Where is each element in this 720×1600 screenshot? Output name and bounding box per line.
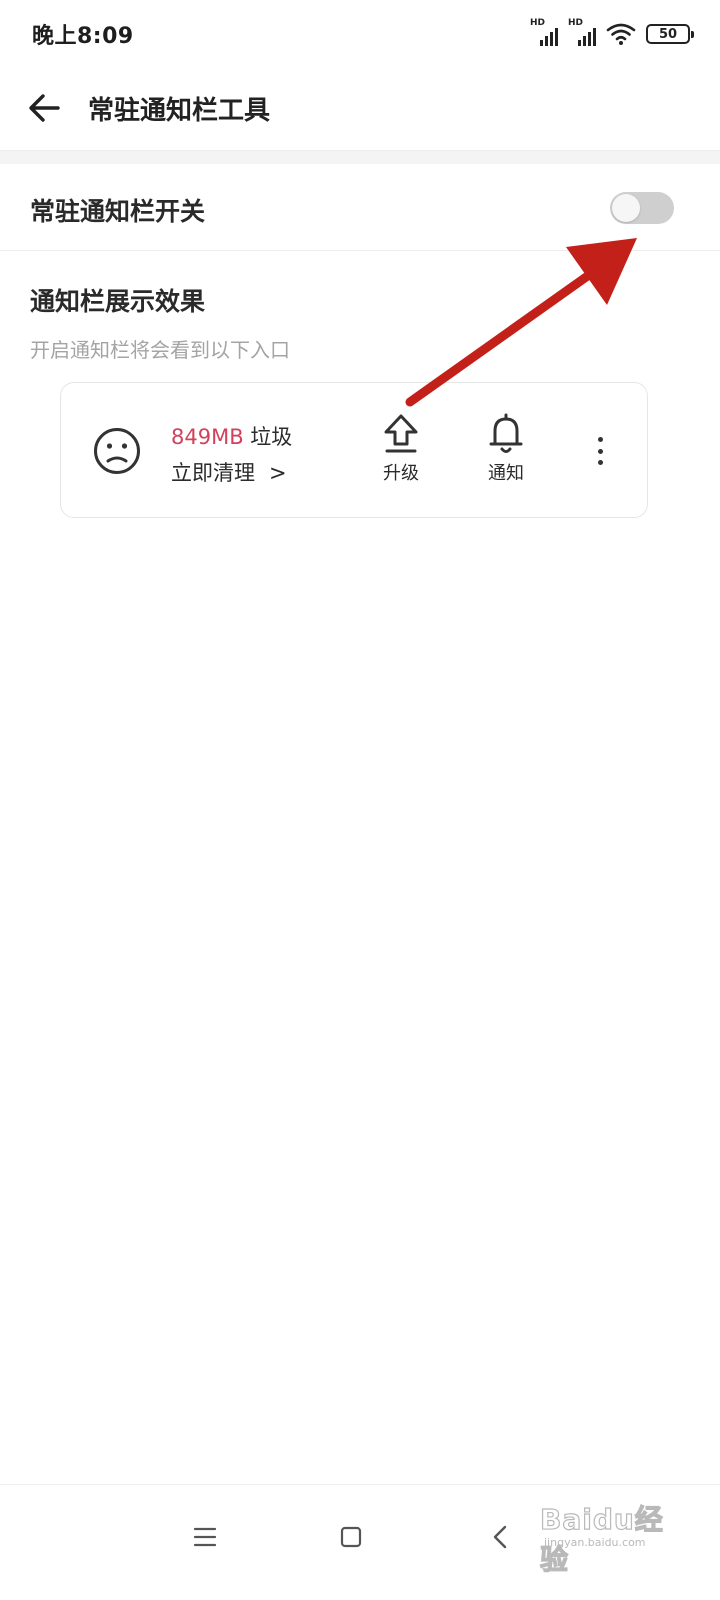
chevron-right-icon: > — [269, 461, 287, 485]
nav-back-button[interactable] — [478, 1515, 522, 1559]
clean-now-link[interactable]: 立即清理 > — [171, 457, 287, 487]
nav-home-button[interactable] — [329, 1515, 373, 1559]
battery-level: 50 — [658, 26, 678, 42]
sad-face-icon — [94, 428, 140, 474]
upgrade-button[interactable]: 升级 — [371, 413, 431, 485]
signal-hd-icon: HD — [568, 18, 596, 46]
bell-icon — [489, 413, 523, 453]
more-button[interactable] — [587, 433, 613, 469]
signal-hd-label: HD — [568, 18, 584, 28]
junk-info: 849MB 垃圾 — [171, 421, 292, 451]
toggle-label: 常驻通知栏开关 — [30, 197, 206, 226]
status-time: 晚上8:09 — [32, 24, 134, 49]
menu-icon — [193, 1527, 217, 1547]
more-vertical-icon — [597, 437, 603, 442]
baidu-watermark: Baidu经验 jingyan.baidu.com — [539, 1496, 690, 1576]
clean-now-label: 立即清理 — [171, 461, 255, 485]
switch-knob — [612, 194, 640, 222]
upgrade-arrow-icon — [384, 414, 418, 453]
notify-label: 通知 — [488, 463, 524, 484]
wifi-icon — [606, 22, 636, 46]
section-divider — [0, 150, 720, 164]
notification-toggle-row: 常驻通知栏开关 — [0, 164, 720, 251]
signal-hd-icon: HD — [530, 18, 558, 46]
home-icon — [340, 1526, 362, 1548]
battery-icon: 50 — [646, 24, 694, 44]
back-icon — [493, 1525, 507, 1549]
back-button[interactable] — [20, 84, 68, 132]
status-icons: HD HD 50 — [530, 18, 694, 50]
page-title: 常驻通知栏工具 — [88, 96, 271, 126]
junk-size: 849MB — [171, 425, 244, 449]
notification-switch[interactable] — [610, 192, 674, 224]
junk-label: 垃圾 — [250, 425, 293, 449]
upgrade-label: 升级 — [383, 463, 419, 484]
signal-hd-label: HD — [530, 18, 546, 28]
app-header: 常驻通知栏工具 — [0, 68, 720, 150]
notification-preview-card: 849MB 垃圾 立即清理 > 升级 通知 — [60, 382, 648, 518]
preview-description: 开启通知栏将会看到以下入口 — [30, 338, 290, 362]
nav-menu-button[interactable] — [183, 1515, 227, 1559]
preview-title: 通知栏展示效果 — [30, 287, 206, 316]
arrow-left-icon — [29, 94, 60, 122]
status-bar: 晚上8:09 HD HD 50 — [0, 0, 720, 68]
watermark-url: jingyan.baidu.com — [544, 1536, 646, 1549]
notify-button[interactable]: 通知 — [476, 413, 536, 485]
